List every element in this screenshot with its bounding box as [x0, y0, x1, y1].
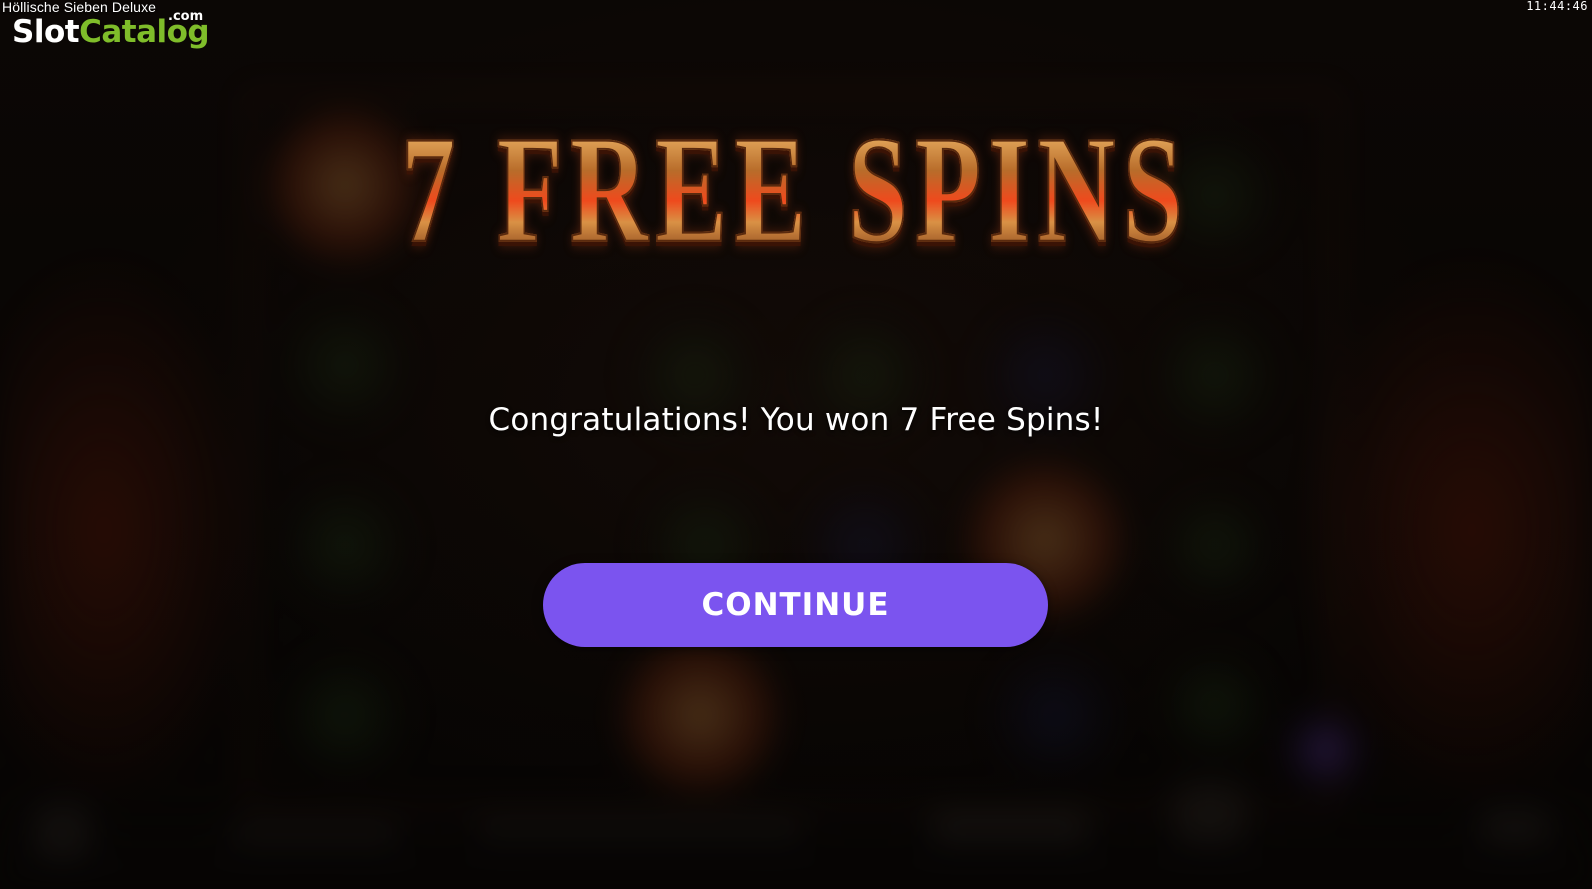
logo-dotcom-text: .com	[168, 9, 204, 24]
free-spins-banner: 7 FREE SPINS	[0, 98, 1592, 308]
continue-button[interactable]: CONTINUE	[543, 563, 1048, 647]
window-title: Höllische Sieben Deluxe	[2, 0, 157, 15]
game-screen: Höllische Sieben Deluxe SlotCatalog .com…	[0, 0, 1592, 889]
free-spins-headline: 7 FREE SPINS	[401, 98, 1191, 312]
clock: 11:44:46	[1526, 0, 1588, 13]
logo-slot-text: Slot	[12, 14, 80, 50]
congratulations-message: Congratulations! You won 7 Free Spins!	[488, 402, 1104, 438]
